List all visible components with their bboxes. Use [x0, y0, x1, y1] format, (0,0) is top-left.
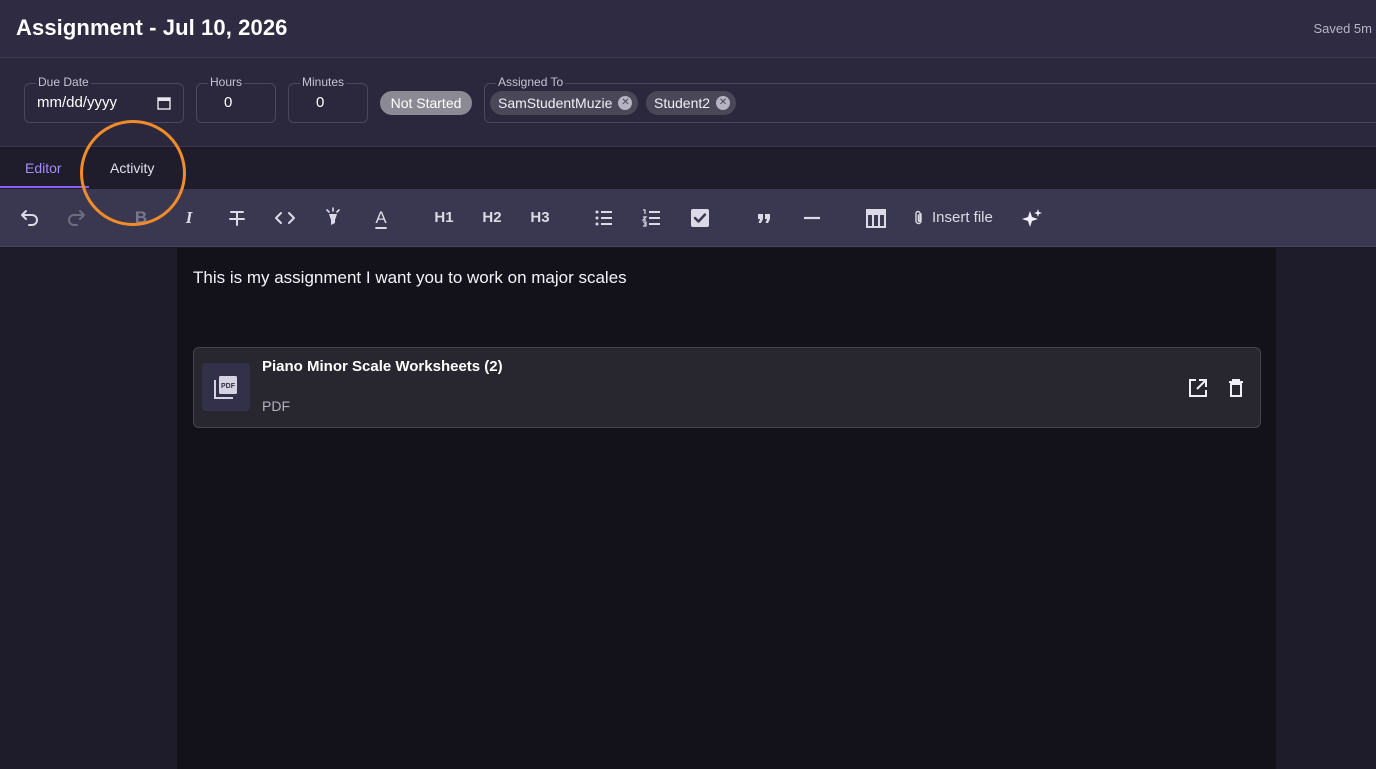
horizontal-rule-icon[interactable] — [799, 206, 825, 230]
ordered-list-icon[interactable] — [639, 206, 665, 230]
pdf-file-icon: PDF — [202, 363, 250, 411]
paperclip-icon — [912, 210, 926, 226]
assignment-fields: mm/dd/yyyy Due Date 0 Hours 0 Minutes No… — [0, 58, 1376, 147]
hours-label: Hours — [208, 75, 245, 89]
italic-icon[interactable]: I — [176, 206, 202, 230]
tab-bar: Editor Activity — [0, 148, 1376, 189]
tab-activity[interactable]: Activity — [110, 160, 154, 176]
editor-paragraph[interactable]: This is my assignment I want you to work… — [193, 268, 627, 288]
due-date-value: mm/dd/yyyy — [37, 94, 118, 111]
insert-file-label: Insert file — [932, 209, 993, 226]
bullet-list-icon[interactable] — [591, 206, 617, 230]
minutes-value: 0 — [316, 94, 325, 111]
status-badge[interactable]: Not Started — [380, 91, 472, 115]
file-type: PDF — [262, 398, 290, 414]
remove-chip-icon[interactable]: ✕ — [618, 96, 633, 110]
heading-2-button[interactable]: H2 — [479, 206, 505, 230]
open-external-icon[interactable] — [1187, 377, 1209, 399]
hours-value: 0 — [224, 94, 233, 111]
due-date-label: Due Date — [36, 75, 91, 89]
highlight-icon[interactable] — [320, 206, 346, 230]
file-name: Piano Minor Scale Worksheets (2) — [262, 358, 503, 375]
due-date-input[interactable]: mm/dd/yyyy — [24, 83, 184, 123]
file-attachment-card[interactable]: PDF Piano Minor Scale Worksheets (2) PDF — [193, 347, 1261, 428]
redo-icon[interactable] — [64, 206, 90, 230]
hours-input[interactable]: 0 — [196, 83, 276, 123]
bold-icon[interactable]: B — [128, 206, 154, 230]
remove-chip-icon[interactable]: ✕ — [716, 96, 731, 110]
pdf-thumb-label: PDF — [221, 383, 236, 390]
minutes-label: Minutes — [300, 75, 347, 89]
assignee-chip: SamStudentMuzie ✕ — [490, 91, 639, 115]
page-title: Assignment - Jul 10, 2026 — [16, 15, 288, 40]
assigned-to-label: Assigned To — [496, 75, 566, 89]
assignee-chip-label: Student2 — [654, 95, 711, 111]
code-icon[interactable] — [272, 206, 298, 230]
table-icon[interactable] — [863, 206, 889, 230]
active-tab-indicator — [0, 186, 89, 188]
calendar-icon[interactable] — [157, 96, 171, 110]
saved-status: Saved 5m — [1313, 21, 1372, 36]
heading-1-button[interactable]: H1 — [431, 206, 457, 230]
title-bar: Assignment - Jul 10, 2026 Saved 5m — [0, 0, 1376, 58]
editor-document[interactable] — [177, 248, 1276, 769]
sparkle-icon[interactable] — [1019, 206, 1045, 230]
tab-editor[interactable]: Editor — [25, 160, 62, 176]
assignee-chip: Student2 ✕ — [646, 91, 737, 115]
minutes-input[interactable]: 0 — [288, 83, 368, 123]
quote-icon[interactable] — [751, 206, 777, 230]
insert-file-button[interactable]: Insert file — [912, 206, 1008, 230]
editor-toolbar: B I A H1 H2 H3 Insert file — [0, 189, 1376, 247]
strikethrough-icon[interactable] — [224, 206, 250, 230]
text-color-icon[interactable]: A — [368, 206, 394, 230]
undo-icon[interactable] — [16, 206, 42, 230]
checkbox-icon[interactable] — [687, 206, 713, 230]
assignee-chip-label: SamStudentMuzie — [498, 95, 613, 111]
heading-3-button[interactable]: H3 — [527, 206, 553, 230]
trash-icon[interactable] — [1225, 377, 1247, 399]
